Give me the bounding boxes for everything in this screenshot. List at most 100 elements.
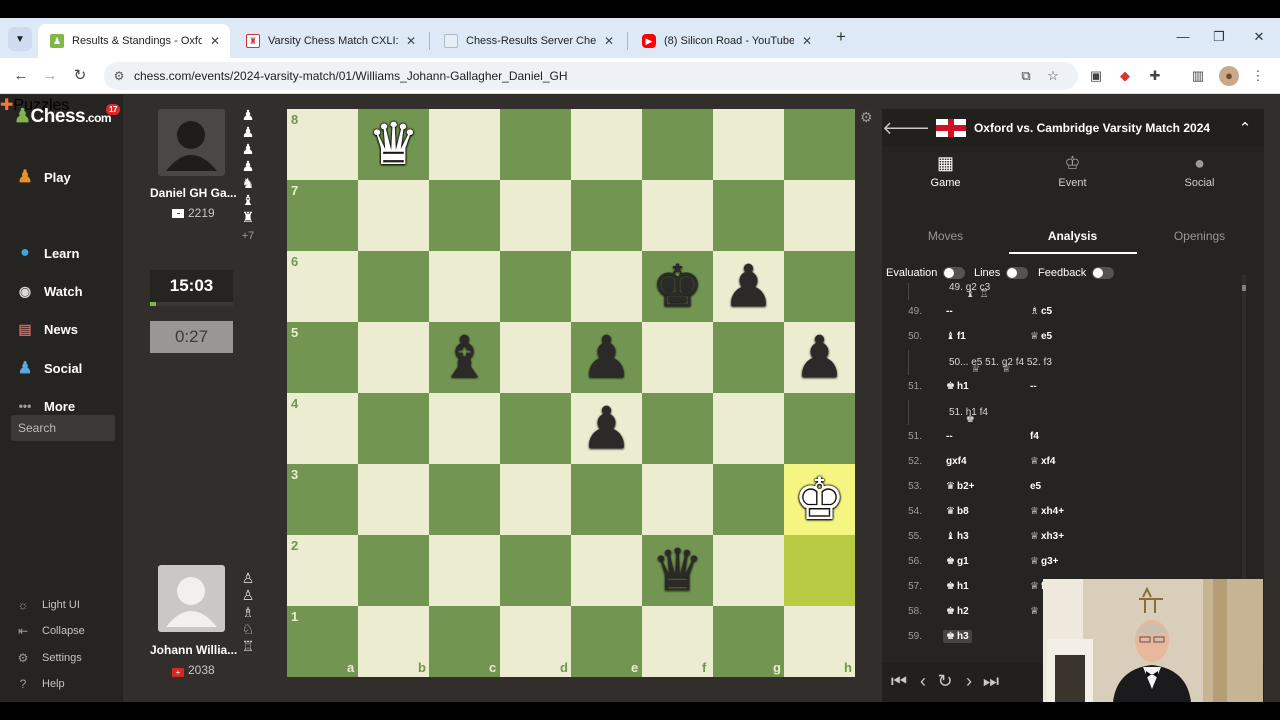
reload-button[interactable]: ↻ bbox=[68, 64, 92, 88]
square-g3[interactable] bbox=[713, 464, 784, 535]
address-bar[interactable]: ⚙ chess.com/events/2024-varsity-match/01… bbox=[104, 62, 1078, 90]
square-c4[interactable] bbox=[429, 393, 500, 464]
white-move[interactable]: ♚ h3 bbox=[943, 630, 972, 643]
square-b5[interactable] bbox=[358, 322, 429, 393]
lines-toggle[interactable]: Lines bbox=[974, 267, 1029, 279]
last-move-icon[interactable]: ⏭ bbox=[980, 671, 1002, 692]
browser-tab-3[interactable]: Chess-Results Server Chess-res ✕ bbox=[432, 24, 624, 58]
white-piece-b8[interactable]: ♛ bbox=[358, 109, 429, 180]
variation-line[interactable]: 51. ♚ h1 f4 bbox=[908, 400, 1242, 425]
close-icon[interactable]: ✕ bbox=[800, 34, 814, 48]
square-d3[interactable] bbox=[500, 464, 571, 535]
square-d8[interactable] bbox=[500, 109, 571, 180]
menu-dots-icon[interactable]: ⋮ bbox=[1248, 66, 1268, 86]
white-move[interactable]: ♚ h1 bbox=[946, 381, 969, 392]
help-link[interactable]: ? Help bbox=[16, 676, 65, 692]
toggle-switch[interactable] bbox=[1006, 267, 1029, 279]
tab-search-button[interactable]: ▼ bbox=[8, 27, 32, 51]
white-move[interactable]: ♚ g1 bbox=[946, 556, 969, 567]
square-b4[interactable] bbox=[358, 393, 429, 464]
variation-line[interactable]: 50... ♕ e5 51. ♕ g2 f4 52. f3 bbox=[908, 350, 1242, 375]
toggle-switch[interactable] bbox=[1092, 267, 1115, 279]
new-tab-button[interactable]: + bbox=[826, 26, 856, 48]
square-g2[interactable] bbox=[713, 535, 784, 606]
square-f3[interactable] bbox=[642, 464, 713, 535]
subtab-analysis[interactable]: Analysis bbox=[1009, 229, 1136, 243]
bookmark-star-icon[interactable]: ☆ bbox=[1043, 66, 1063, 86]
square-h7[interactable] bbox=[784, 180, 855, 251]
square-h6[interactable] bbox=[784, 251, 855, 322]
square-h8[interactable] bbox=[784, 109, 855, 180]
square-b6[interactable] bbox=[358, 251, 429, 322]
square-h4[interactable] bbox=[784, 393, 855, 464]
first-move-icon[interactable]: ⏮ bbox=[888, 671, 910, 692]
restore-button[interactable]: ❐ bbox=[1204, 26, 1234, 48]
event-title[interactable]: Oxford vs. Cambridge Varsity Match 2024 bbox=[920, 119, 1226, 137]
player-bottom-name[interactable]: Johann Willia... bbox=[150, 643, 240, 657]
square-f5[interactable] bbox=[642, 322, 713, 393]
white-move[interactable]: -- bbox=[946, 431, 953, 442]
toggle-switch[interactable] bbox=[943, 267, 966, 279]
square-e8[interactable] bbox=[571, 109, 642, 180]
chevron-up-icon[interactable]: ⌃ bbox=[1226, 119, 1264, 137]
prev-move-icon[interactable]: ‹ bbox=[912, 671, 934, 692]
nav-more[interactable]: ••• More bbox=[14, 395, 75, 417]
square-g8[interactable] bbox=[713, 109, 784, 180]
back-button[interactable]: ← bbox=[9, 64, 33, 88]
square-c7[interactable] bbox=[429, 180, 500, 251]
black-move[interactable]: ♗ c5 bbox=[1030, 306, 1052, 317]
close-icon[interactable]: ✕ bbox=[208, 34, 222, 48]
white-move[interactable]: ♝ h3 bbox=[946, 531, 969, 542]
extension-icon[interactable]: ◆ bbox=[1115, 66, 1135, 86]
black-piece-g6[interactable]: ♟ bbox=[713, 251, 784, 322]
nav-social[interactable]: ♟ Social bbox=[14, 357, 82, 379]
player-top-name[interactable]: Daniel GH Ga... bbox=[150, 186, 240, 200]
square-f7[interactable] bbox=[642, 180, 713, 251]
browser-tab-4[interactable]: ▶ (8) Silicon Road - YouTube ✕ bbox=[630, 24, 822, 58]
flip-icon[interactable]: ↻ bbox=[934, 671, 956, 692]
square-c6[interactable] bbox=[429, 251, 500, 322]
white-move[interactable]: gxf4 bbox=[946, 456, 967, 467]
close-window-button[interactable]: ✕ bbox=[1244, 26, 1274, 48]
nav-watch[interactable]: ◉ Watch bbox=[14, 280, 83, 302]
black-move[interactable]: ♕ g3+ bbox=[1030, 556, 1058, 567]
white-move[interactable]: ♛ b2+ bbox=[946, 481, 974, 492]
square-h2[interactable] bbox=[784, 535, 855, 606]
square-e6[interactable] bbox=[571, 251, 642, 322]
board-settings-icon[interactable]: ⚙ bbox=[860, 109, 873, 126]
nav-news[interactable]: ▤ News bbox=[14, 318, 78, 340]
square-b2[interactable] bbox=[358, 535, 429, 606]
black-move[interactable]: e5 bbox=[1030, 481, 1041, 492]
black-piece-e4[interactable]: ♟ bbox=[571, 393, 642, 464]
black-piece-h5[interactable]: ♟ bbox=[784, 322, 855, 393]
white-move[interactable]: ♛ b8 bbox=[946, 506, 969, 517]
nav-learn[interactable]: ● Learn bbox=[14, 242, 79, 264]
black-move[interactable]: ♕ bbox=[1030, 606, 1041, 617]
square-f8[interactable] bbox=[642, 109, 713, 180]
player-bottom-avatar[interactable] bbox=[158, 565, 225, 632]
square-e2[interactable] bbox=[571, 535, 642, 606]
white-move[interactable]: ♚ h1 bbox=[946, 581, 969, 592]
square-d5[interactable] bbox=[500, 322, 571, 393]
square-g4[interactable] bbox=[713, 393, 784, 464]
player-top-avatar[interactable] bbox=[158, 109, 225, 176]
extension-icon[interactable]: ▣ bbox=[1086, 66, 1106, 86]
white-move[interactable]: ♝ f1 bbox=[946, 331, 966, 342]
square-d7[interactable] bbox=[500, 180, 571, 251]
square-d4[interactable] bbox=[500, 393, 571, 464]
scrollbar-thumb[interactable] bbox=[1242, 285, 1246, 291]
black-piece-f6[interactable]: ♚ bbox=[642, 251, 713, 322]
feedback-toggle[interactable]: Feedback bbox=[1038, 267, 1115, 279]
black-move[interactable]: f4 bbox=[1030, 431, 1039, 442]
forward-button[interactable]: → bbox=[38, 64, 62, 88]
white-move[interactable]: ♚ h2 bbox=[946, 606, 969, 617]
variation-line[interactable]: 49. ♝ g2 ♖ c3 bbox=[908, 283, 1242, 300]
tab-social[interactable]: ● Social bbox=[1136, 153, 1263, 189]
search-input[interactable]: Search bbox=[11, 415, 115, 441]
light-ui-toggle[interactable]: ☼ Light UI bbox=[16, 597, 80, 613]
close-icon[interactable]: ✕ bbox=[602, 34, 616, 48]
subtab-openings[interactable]: Openings bbox=[1136, 229, 1263, 243]
square-d6[interactable] bbox=[500, 251, 571, 322]
subtab-moves[interactable]: Moves bbox=[882, 229, 1009, 243]
square-e3[interactable] bbox=[571, 464, 642, 535]
